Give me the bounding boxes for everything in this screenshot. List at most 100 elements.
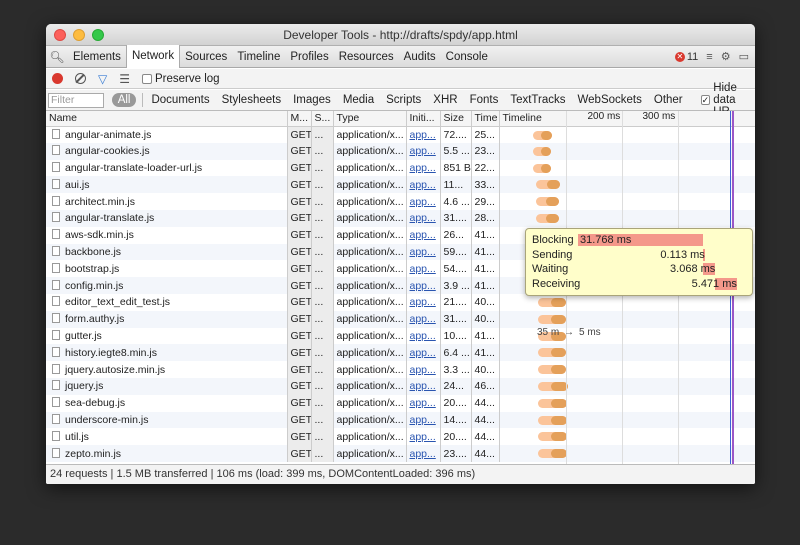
- request-initiator[interactable]: app...: [406, 176, 441, 194]
- tab-console[interactable]: Console: [441, 46, 493, 68]
- filter-input[interactable]: Filter: [48, 92, 104, 108]
- filter-texttracks[interactable]: TextTracks: [504, 94, 571, 106]
- minimize-window-button[interactable]: [73, 29, 85, 41]
- table-row[interactable]: aui.js GET... application/x... app... 11... 3…: [46, 176, 755, 194]
- filter-xhr[interactable]: XHR: [427, 94, 463, 106]
- request-initiator[interactable]: app...: [406, 243, 441, 261]
- checkbox-box-checked[interactable]: ✓: [700, 95, 711, 105]
- tooltip-row-blocking: Blocking 31.768 ms: [532, 233, 746, 248]
- request-method: GET: [287, 377, 312, 395]
- request-initiator[interactable]: app...: [406, 193, 441, 210]
- request-initiator[interactable]: app...: [406, 209, 441, 227]
- col-method[interactable]: M...: [287, 111, 312, 127]
- checkbox-box[interactable]: [142, 73, 152, 84]
- filter-websockets[interactable]: WebSockets: [572, 94, 648, 106]
- request-initiator[interactable]: app...: [406, 411, 441, 429]
- col-timeline[interactable]: Timeline 200 ms 300 ms: [499, 111, 755, 127]
- col-size[interactable]: Size: [440, 111, 472, 127]
- request-initiator[interactable]: app...: [406, 394, 441, 412]
- filter-stylesheets[interactable]: Stylesheets: [216, 94, 287, 106]
- table-row[interactable]: angular-translate-loader-url.js GET... app…: [46, 159, 755, 177]
- filter-bar: Filter All Documents Stylesheets Images …: [46, 82, 755, 118]
- zoom-window-button[interactable]: [92, 29, 104, 41]
- table-row[interactable]: jquery.autosize.min.js GET... application/…: [46, 361, 755, 378]
- filter-all[interactable]: All: [111, 93, 137, 107]
- col-name[interactable]: Name: [46, 111, 288, 127]
- status-bar: 24 requests | 1.5 MB transferred | 106 m…: [46, 464, 755, 484]
- filter-other[interactable]: Other: [648, 94, 689, 106]
- request-initiator[interactable]: app...: [406, 293, 441, 311]
- request-time: 41...: [471, 327, 500, 345]
- clear-button[interactable]: [75, 73, 86, 84]
- request-type: application/x...: [333, 428, 407, 446]
- request-initiator[interactable]: app...: [406, 445, 441, 462]
- request-name: angular-translate-loader-url.js: [46, 159, 288, 177]
- preserve-log-checkbox[interactable]: Preserve log: [142, 73, 220, 85]
- request-initiator[interactable]: app...: [406, 377, 441, 395]
- tab-profiles[interactable]: Profiles: [285, 46, 333, 68]
- tab-audits[interactable]: Audits: [399, 46, 441, 68]
- tab-network[interactable]: Network: [125, 45, 181, 68]
- request-initiator[interactable]: app...: [406, 310, 441, 328]
- col-time[interactable]: Time: [471, 111, 500, 127]
- tab-resources[interactable]: Resources: [334, 46, 399, 68]
- dock-icon[interactable]: ▭: [739, 50, 749, 63]
- request-name: history.iegte8.min.js: [46, 344, 288, 362]
- tab-sources[interactable]: Sources: [180, 46, 232, 68]
- console-drawer-icon[interactable]: ≡: [706, 51, 712, 63]
- search-icon[interactable]: 🔍︎: [46, 50, 68, 64]
- tab-timeline[interactable]: Timeline: [232, 46, 285, 68]
- tab-elements[interactable]: Elements: [68, 46, 126, 68]
- tick-300ms: 300 ms: [642, 111, 676, 122]
- table-row[interactable]: angular-animate.js GET... application/x...…: [46, 126, 755, 143]
- request-initiator[interactable]: app...: [406, 142, 441, 160]
- filter-fonts[interactable]: Fonts: [464, 94, 505, 106]
- request-size: 20....: [440, 394, 472, 412]
- record-button[interactable]: [52, 73, 63, 84]
- request-name-text: bootstrap.js: [65, 262, 120, 275]
- request-initiator[interactable]: app...: [406, 327, 441, 345]
- request-initiator[interactable]: app...: [406, 126, 441, 143]
- table-row[interactable]: sea-debug.js GET... application/x... app...…: [46, 394, 755, 412]
- close-window-button[interactable]: [54, 29, 66, 41]
- filter-images[interactable]: Images: [287, 94, 337, 106]
- settings-gear-icon[interactable]: ⚙: [721, 50, 731, 63]
- request-initiator[interactable]: app...: [406, 361, 441, 378]
- timeline-bar-receiving: [546, 180, 560, 190]
- request-initiator[interactable]: app...: [406, 226, 441, 244]
- timeline-bar-receiving: [550, 415, 567, 425]
- table-row[interactable]: editor_text_edit_test.js GET... applicatio…: [46, 293, 755, 311]
- error-counter[interactable]: ✕ 11: [674, 51, 698, 63]
- table-row[interactable]: gutter.js GET... application/x... app... 10.…: [46, 327, 755, 345]
- request-initiator[interactable]: app...: [406, 428, 441, 446]
- table-row[interactable]: angular-translate.js GET... application/x.…: [46, 209, 755, 227]
- request-method: GET: [287, 226, 312, 244]
- request-status: ...: [311, 176, 334, 194]
- request-initiator[interactable]: app...: [406, 159, 441, 177]
- table-row[interactable]: form.authy.js GET... application/x... app..…: [46, 310, 755, 328]
- request-initiator[interactable]: app...: [406, 260, 441, 278]
- table-row[interactable]: util.js GET... application/x... app... 20...…: [46, 428, 755, 446]
- table-row[interactable]: angular-cookies.js GET... application/x...…: [46, 142, 755, 160]
- filter-scripts[interactable]: Scripts: [380, 94, 427, 106]
- table-row[interactable]: jquery.js GET... application/x... app... 24.…: [46, 377, 755, 395]
- request-size: 851 B: [440, 159, 472, 177]
- table-row[interactable]: underscore-min.js GET... application/x... a…: [46, 411, 755, 429]
- filter-icon[interactable]: ▽: [98, 72, 107, 86]
- filter-media[interactable]: Media: [337, 94, 380, 106]
- col-status[interactable]: S...: [311, 111, 334, 127]
- table-row[interactable]: history.iegte8.min.js GET... application/x…: [46, 344, 755, 362]
- request-status: ...: [311, 361, 334, 378]
- filter-documents[interactable]: Documents: [145, 94, 215, 106]
- table-row[interactable]: zepto.min.js GET... application/x... app...…: [46, 445, 755, 462]
- request-name-text: gutter.js: [65, 329, 102, 342]
- col-initiator[interactable]: Initi...: [406, 111, 441, 127]
- request-initiator[interactable]: app...: [406, 277, 441, 294]
- large-rows-icon[interactable]: ☰: [119, 72, 130, 86]
- timeline-bar: [537, 297, 566, 307]
- col-type[interactable]: Type: [333, 111, 407, 127]
- request-name: gutter.js: [46, 327, 288, 345]
- request-method: GET: [287, 159, 312, 177]
- table-row[interactable]: architect.min.js GET... application/x... ap…: [46, 193, 755, 210]
- request-initiator[interactable]: app...: [406, 344, 441, 362]
